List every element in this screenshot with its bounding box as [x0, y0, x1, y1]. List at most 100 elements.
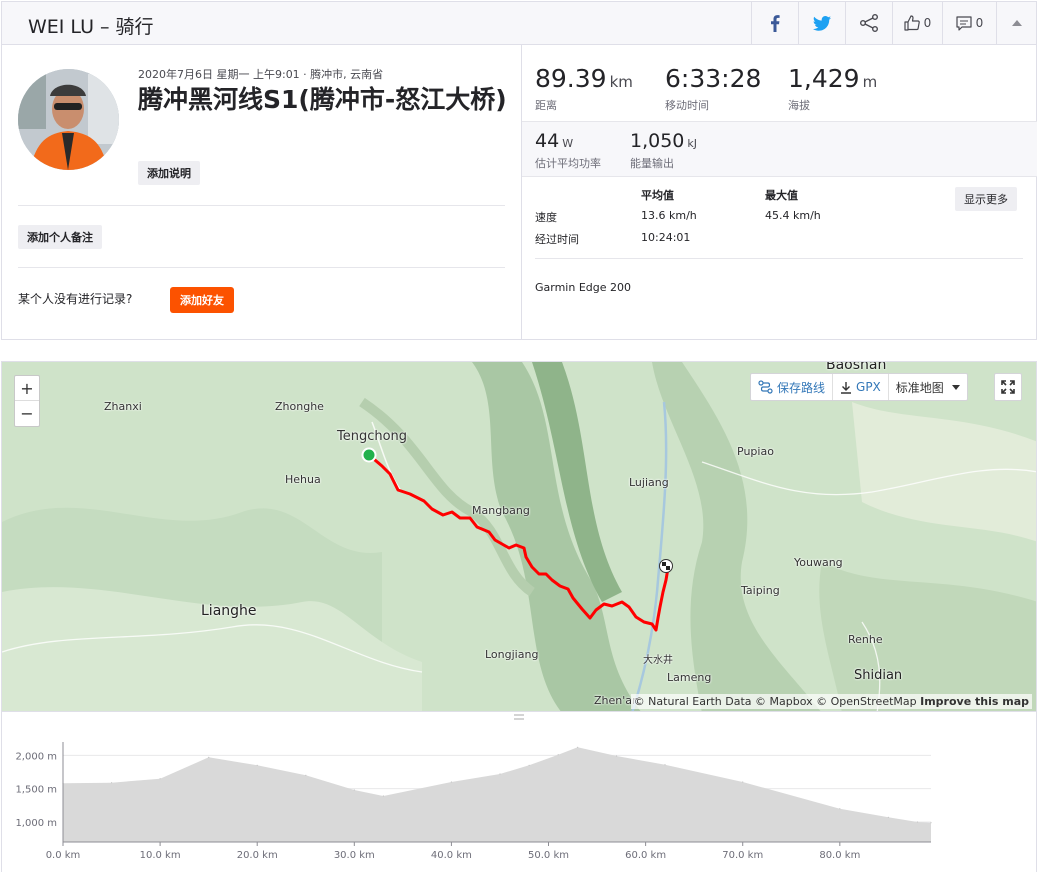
power-unit: W: [562, 137, 574, 150]
thumbs-up-icon: [904, 15, 920, 31]
divider: [18, 205, 505, 206]
kudos-button[interactable]: 0: [892, 2, 942, 44]
x-tick-label: 0.0 km: [46, 850, 81, 861]
activity-summary: 2020年7月6日 星期一 上午9:01 · 腾冲市, 云南省 腾冲黑河线S1(…: [1, 44, 1037, 340]
place-label: Renhe: [848, 633, 883, 646]
gpx-download-button[interactable]: GPX: [833, 374, 889, 400]
place-label: Lianghe: [201, 603, 257, 619]
elevation-point: [450, 781, 452, 783]
start-marker: [361, 447, 377, 463]
map-style-label: 标准地图: [895, 380, 944, 395]
moving-time-stat: 6:33:28: [665, 64, 761, 93]
x-tick-label: 50.0 km: [528, 850, 569, 861]
y-tick-label: 2,000 m: [15, 751, 57, 762]
elevation-point: [930, 822, 932, 824]
elevation-point: [742, 781, 744, 783]
place-label: Zhonghe: [275, 400, 324, 413]
elevation-stat: 1,429 m: [788, 64, 877, 93]
comment-icon: [956, 15, 972, 31]
y-tick-label: 1,000 m: [15, 818, 57, 829]
power-stat: 44 W: [535, 130, 573, 152]
energy-unit: kJ: [687, 137, 698, 150]
elevation-chart[interactable]: 1,000 m 1,500 m 2,000 m 0.0 km 10.0 km 20.0 k…: [2, 712, 1002, 872]
place-label: Pupiao: [737, 445, 774, 458]
elapsed-value: 10:24:01: [641, 231, 691, 244]
route-map[interactable]: Baoshan Zhanxi Zhonghe Tengchong Hehua M…: [1, 361, 1037, 712]
improve-map-link[interactable]: Improve this map: [920, 695, 1029, 708]
elevation-point: [615, 755, 618, 757]
device-name: Garmin Edge 200: [535, 281, 632, 294]
collapse-button[interactable]: [996, 2, 1037, 44]
place-label: Lameng: [667, 671, 712, 684]
facebook-icon: [771, 14, 780, 32]
chevron-down-icon: [951, 384, 960, 390]
route-icon: [758, 380, 773, 394]
comment-button[interactable]: 0: [942, 2, 996, 44]
place-label: Zhanxi: [104, 400, 142, 413]
place-label: Youwang: [794, 556, 843, 569]
elevation-point: [353, 789, 355, 791]
save-route-label: 保存路线: [777, 380, 826, 395]
resize-handle-icon[interactable]: [514, 714, 524, 720]
energy-label: 能量输出: [630, 157, 674, 170]
avatar[interactable]: [18, 69, 119, 170]
elevation-area: [63, 747, 931, 842]
download-icon: [841, 381, 852, 394]
twitter-share-button[interactable]: [798, 2, 845, 44]
map-toolbar: 保存路线 GPX 标准地图: [750, 373, 968, 401]
map-style-dropdown[interactable]: 标准地图: [889, 374, 967, 400]
add-friend-button[interactable]: 添加好友: [170, 287, 234, 313]
add-description-button[interactable]: 添加说明: [138, 161, 200, 185]
secondary-stats: 44 W 估计平均功率 1,050 kJ 能量输出: [522, 121, 1037, 177]
elevation-point: [499, 773, 501, 775]
comment-count: 0: [975, 16, 984, 30]
place-label: Shidian: [854, 668, 903, 683]
elevation-point: [887, 816, 890, 818]
place-label: 大水井: [643, 655, 673, 666]
place-label: Taiping: [741, 584, 780, 597]
moving-time-value: 6:33:28: [665, 64, 762, 93]
fullscreen-button[interactable]: [994, 373, 1022, 401]
x-tick-label: 30.0 km: [334, 850, 375, 861]
speed-avg: 13.6 km/h: [641, 209, 697, 222]
place-label: Tengchong: [337, 429, 408, 444]
place-label: Longjiang: [485, 648, 539, 661]
divider: [18, 267, 505, 268]
place-label: Lujiang: [629, 476, 669, 489]
page-title: WEI LU – 骑行: [28, 16, 154, 38]
x-tick-label: 20.0 km: [237, 850, 278, 861]
zoom-in-button[interactable]: +: [15, 376, 39, 401]
attribution-text: © Natural Earth Data © Mapbox © OpenStre…: [633, 695, 917, 708]
activity-meta: 2020年7月6日 星期一 上午9:01 · 腾冲市, 云南省: [138, 68, 384, 81]
col-max: 最大值: [765, 189, 798, 202]
activity-title: 腾冲黑河线S1(腾冲市-怒江大桥): [138, 85, 507, 114]
share-icon: [860, 14, 878, 32]
panel-divider: [521, 44, 522, 340]
energy-value: 1,050: [630, 130, 685, 152]
gpx-label: GPX: [856, 380, 881, 394]
share-button[interactable]: [845, 2, 892, 44]
add-private-note-button[interactable]: 添加个人备注: [18, 225, 102, 249]
moving-time-label: 移动时间: [665, 99, 709, 112]
elevation-point: [305, 774, 307, 776]
elapsed-label: 经过时间: [535, 233, 579, 246]
elevation-point: [577, 746, 579, 748]
elevation-point: [557, 754, 559, 756]
power-value: 44: [535, 130, 560, 152]
map-attribution: © Natural Earth Data © Mapbox © OpenStre…: [630, 694, 1032, 709]
x-tick-label: 40.0 km: [431, 850, 472, 861]
show-more-button[interactable]: 显示更多: [955, 187, 1017, 211]
elevation-point: [111, 782, 113, 784]
x-tick-label: 10.0 km: [140, 850, 181, 861]
facebook-share-button[interactable]: [751, 2, 798, 44]
twitter-icon: [813, 15, 831, 31]
distance-label: 距离: [535, 99, 557, 112]
save-route-button[interactable]: 保存路线: [751, 374, 834, 400]
place-label: Baoshan: [826, 361, 887, 373]
expand-icon: [1001, 380, 1015, 394]
zoom-out-button[interactable]: −: [15, 401, 39, 426]
activity-header: WEI LU – 骑行 0 0: [1, 1, 1037, 45]
x-tick-label: 70.0 km: [722, 850, 763, 861]
zoom-control: + −: [14, 375, 40, 427]
elevation-label: 海拔: [788, 99, 810, 112]
